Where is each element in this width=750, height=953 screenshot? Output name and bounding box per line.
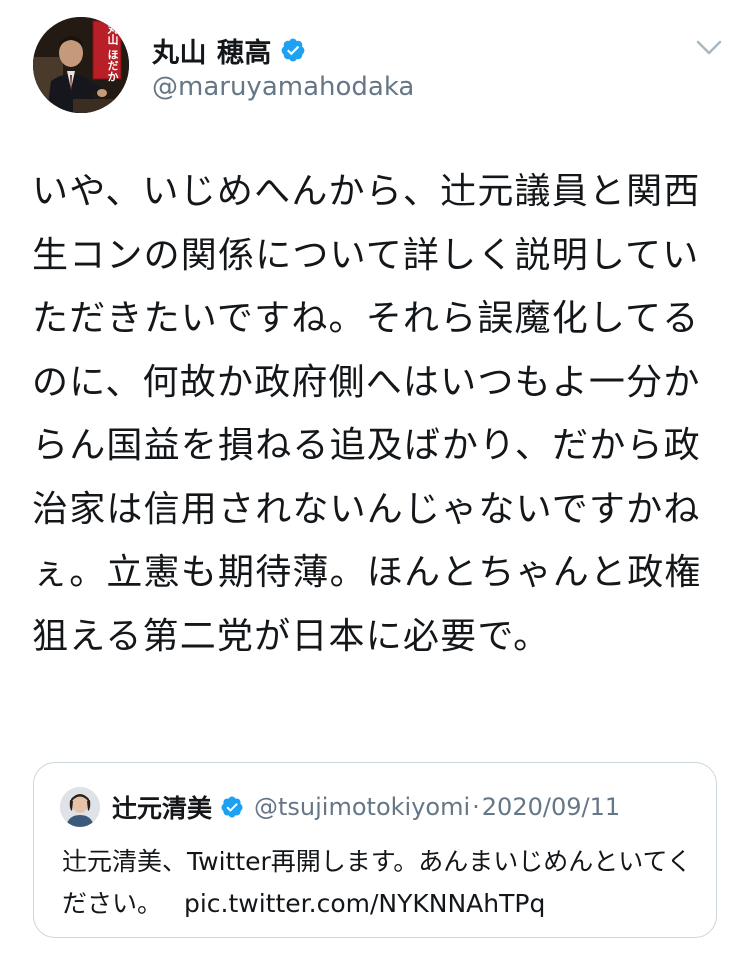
quote-avatar-image xyxy=(60,787,100,827)
quote-text: 辻元清美、Twitter再開します。あんまいじめんといてください。 pic.tw… xyxy=(62,841,702,925)
author-name[interactable]: 丸山 穂高 xyxy=(152,31,272,70)
quote-header: 辻元清美 @tsujimotokiyomi · 2020/09/11 xyxy=(112,789,620,825)
quote-author-handle[interactable]: @tsujimotokiyomi xyxy=(254,793,470,821)
avatar-banner-text: 丸山 ほだか xyxy=(106,23,119,82)
quoted-tweet-card[interactable]: 辻元清美 @tsujimotokiyomi · 2020/09/11 辻元清美、… xyxy=(33,762,717,938)
author-handle[interactable]: @maruyamahodaka xyxy=(152,72,414,102)
quote-date[interactable]: 2020/09/11 xyxy=(482,793,620,821)
quote-separator: · xyxy=(472,793,480,821)
quote-author-name[interactable]: 辻元清美 xyxy=(112,789,212,825)
tweet-text: いや、いじめへんから、辻元議員と関西生コンの関係について詳しく説明していただきた… xyxy=(32,171,702,657)
quote-verified-badge-icon xyxy=(220,795,244,819)
author-avatar[interactable]: 丸山 ほだか xyxy=(33,17,129,113)
quote-media-link[interactable]: pic.twitter.com/NYKNNAhTPq xyxy=(184,889,545,918)
chevron-down-icon[interactable] xyxy=(694,36,724,60)
quote-author-avatar[interactable] xyxy=(60,787,100,827)
tweet: 丸山 ほだか 丸山 穂高 @maruyamahodaka いや、いじめへんから、… xyxy=(0,0,750,953)
verified-badge-icon xyxy=(280,37,306,63)
author-line: 丸山 穂高 xyxy=(152,30,306,70)
